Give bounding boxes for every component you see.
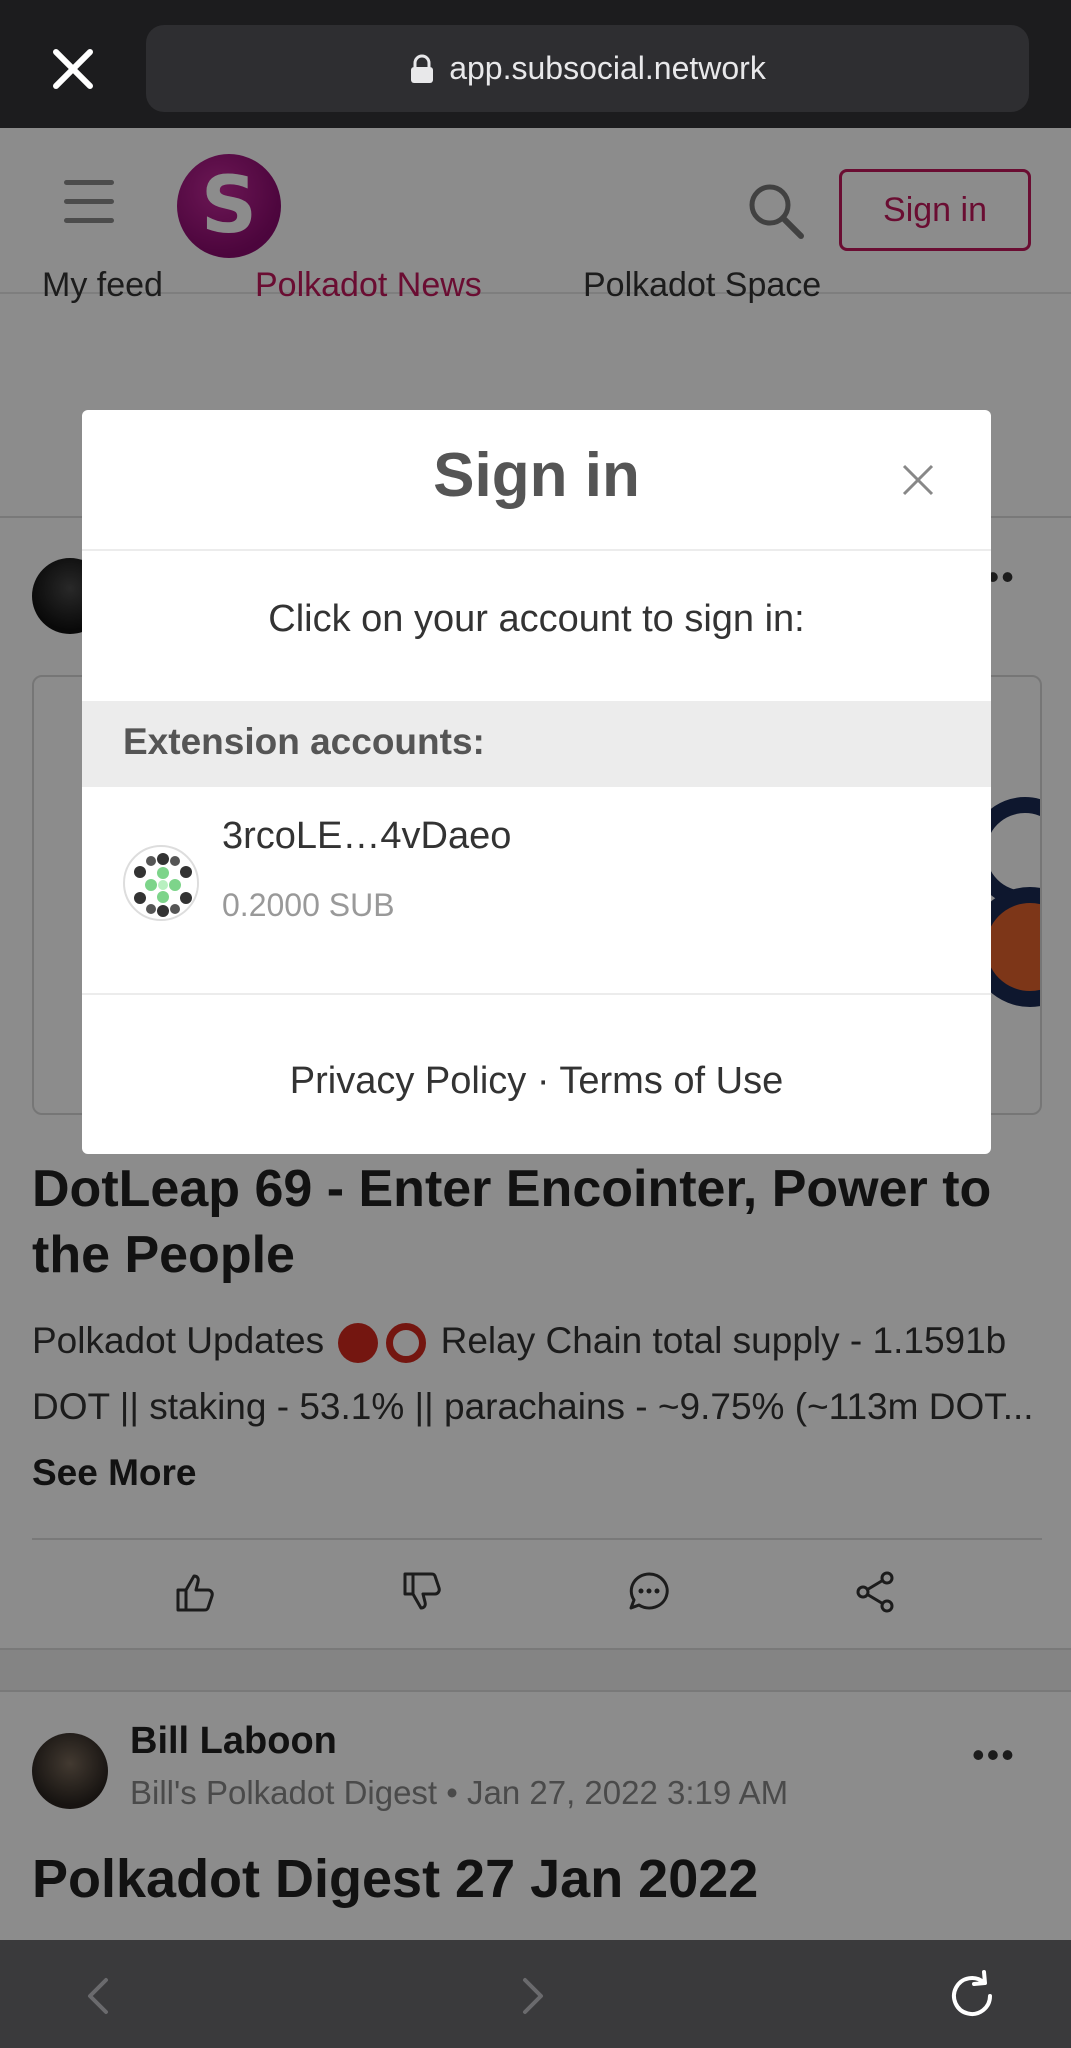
signin-instruction: Click on your account to sign in: (268, 598, 805, 640)
account-identicon (123, 845, 199, 921)
section-label: Extension accounts: (123, 721, 485, 762)
reload-icon[interactable] (944, 1968, 1000, 2024)
privacy-policy-link[interactable]: Privacy Policy (290, 1060, 527, 1102)
close-icon[interactable] (900, 462, 936, 498)
browser-bottom-bar (0, 1940, 1071, 2048)
modal-title: Sign in (433, 441, 640, 510)
url-bar[interactable]: app.subsocial.network (146, 25, 1029, 112)
back-icon[interactable] (80, 1976, 116, 2016)
footer-separator: · (526, 1060, 560, 1102)
lock-icon (411, 54, 434, 83)
terms-of-use-link[interactable]: Terms of Use (559, 1060, 783, 1102)
account-item[interactable]: 3rcoLE…4vDaeo 0.2000 SUB (82, 787, 991, 995)
forward-icon[interactable] (515, 1976, 551, 2016)
url-text: app.subsocial.network (449, 50, 766, 86)
modal-footer: Privacy Policy · Terms of Use (82, 1060, 991, 1103)
account-balance: 0.2000 SUB (222, 887, 395, 923)
browser-top-bar: app.subsocial.network (0, 0, 1071, 128)
section-header: Extension accounts: (82, 701, 991, 787)
identicon-icon (129, 851, 197, 919)
close-icon[interactable] (50, 46, 96, 92)
account-name: 3rcoLE…4vDaeo (222, 815, 512, 857)
modal-header: Sign in (82, 410, 991, 551)
signin-modal: Sign in Click on your account to sign in… (82, 410, 991, 1154)
